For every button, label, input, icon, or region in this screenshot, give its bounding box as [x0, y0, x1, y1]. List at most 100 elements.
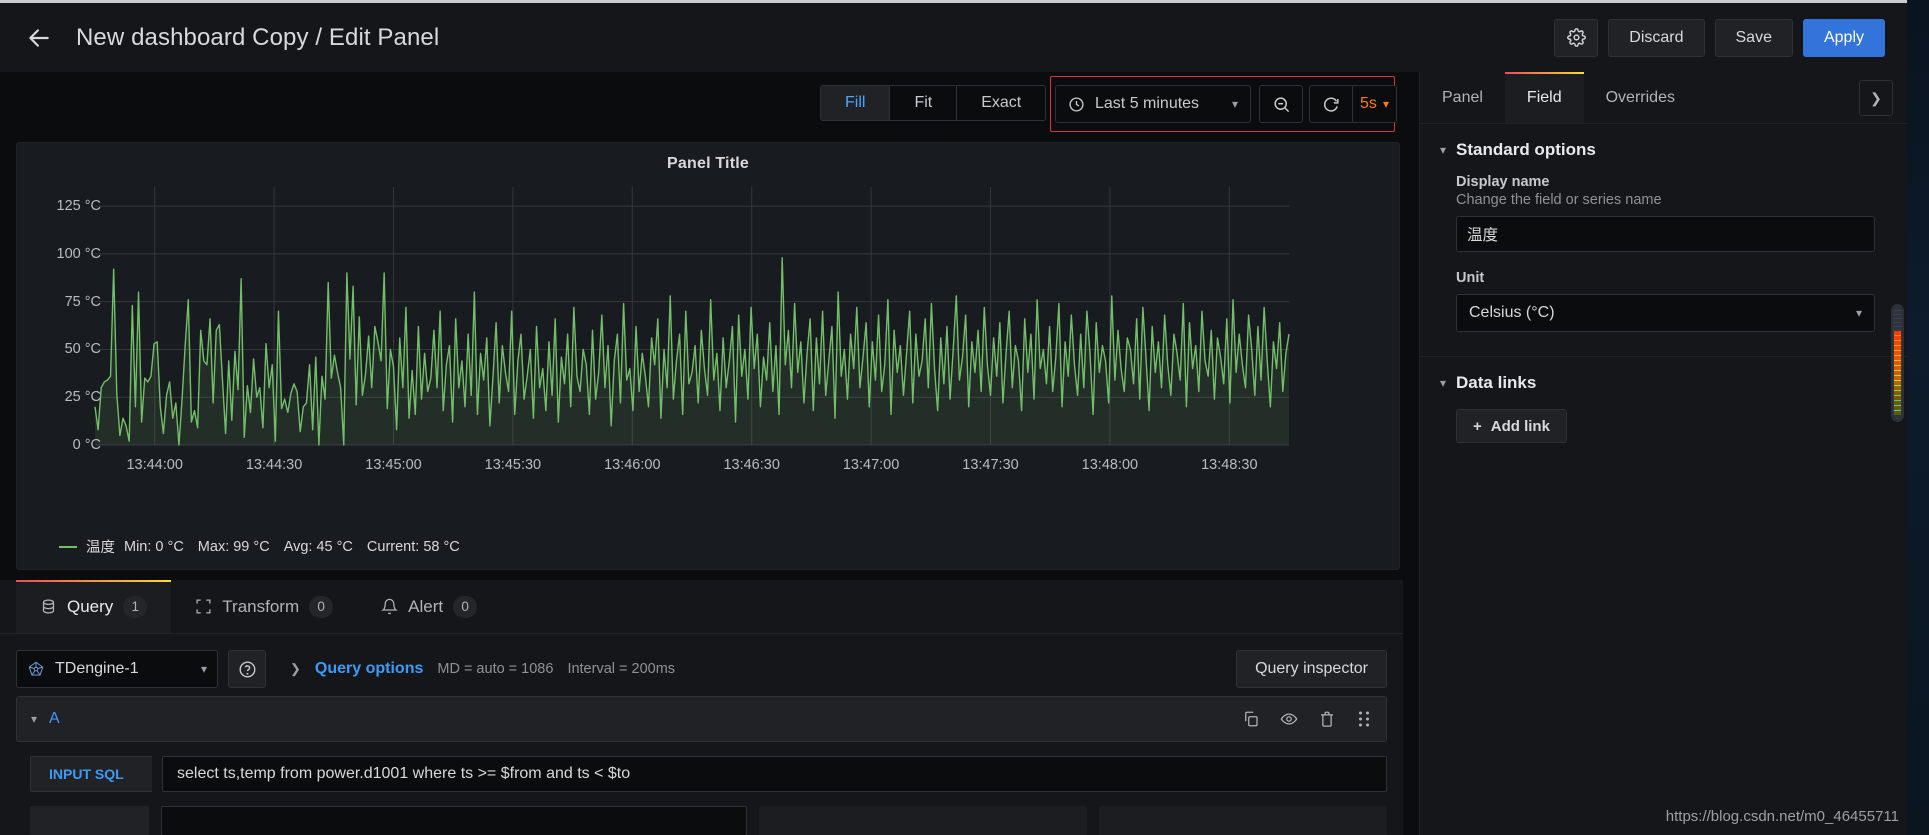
graph-plot-area[interactable]: 0 °C 25 °C 50 °C 75 °C 100 °C 125 °C 13:44:00 1…	[17, 177, 1401, 525]
y-axis-tick-label: 100 °C	[56, 245, 102, 262]
tab-query[interactable]: Query 1	[16, 580, 172, 633]
section-data-links: ▾ Data links + Add link	[1420, 357, 1907, 461]
x-axis-tick-label: 13:44:00	[126, 457, 183, 473]
chevron-down-icon: ▾	[200, 662, 207, 676]
graph-svg	[94, 187, 1290, 446]
database-icon	[40, 598, 57, 615]
query-row-actions	[1242, 710, 1372, 728]
tab-alert[interactable]: Alert 0	[357, 580, 501, 633]
tab-transform[interactable]: Transform 0	[171, 580, 357, 633]
unit-select[interactable]: Celsius (°C) ▾	[1456, 294, 1875, 332]
query-options-toggle[interactable]: Query options	[315, 660, 423, 678]
x-axis-tick-label: 13:46:30	[723, 457, 780, 473]
section-standard-options: ▾ Standard options Display name Change t…	[1420, 124, 1907, 357]
input-sql-row: INPUT SQL select ts,temp from power.d100…	[30, 756, 1387, 792]
x-axis-tick-label: 13:47:00	[842, 457, 900, 473]
field-description: Change the field or series name	[1456, 192, 1662, 208]
datasource-picker[interactable]: TDengine-1 ▾	[16, 650, 218, 688]
chevron-down-icon: ▾	[1231, 97, 1238, 111]
field-label: Display name	[1456, 174, 1550, 190]
max-data-points-label: MD = auto = 1086	[437, 661, 554, 677]
chevron-down-icon[interactable]: ▾	[31, 712, 37, 726]
field-display-name: Display name Change the field or series …	[1420, 170, 1907, 266]
x-axis-tick-label: 13:45:00	[365, 457, 422, 473]
panel-options-pane: Panel Field Overrides ❯ ▾ Standard optio…	[1419, 72, 1907, 835]
query-editor-bottom-row	[30, 806, 1387, 835]
drag-handle-icon[interactable]	[1356, 710, 1372, 728]
panel-title: Panel Title	[667, 155, 749, 172]
time-range-picker[interactable]: Last 5 minutes ▾	[1055, 85, 1251, 123]
tab-query-label: Query	[67, 596, 114, 616]
legend-stat-min: Min: 0 °C	[124, 538, 184, 555]
x-axis-tick-label: 13:45:30	[484, 457, 542, 473]
size-option-exact[interactable]: Exact	[957, 86, 1046, 120]
legend-series-name[interactable]: 温度	[86, 536, 115, 557]
y-axis-tick-label: 75 °C	[64, 293, 101, 310]
size-option-fit[interactable]: Fit	[890, 86, 958, 120]
query-options-bar: ❯ Query options MD = auto = 1086 Interva…	[276, 650, 1237, 688]
chevron-right-icon[interactable]: ❯	[1859, 80, 1893, 116]
zoom-out-icon[interactable]	[1259, 85, 1303, 123]
gear-icon[interactable]	[1554, 18, 1599, 57]
page-right-strip	[1907, 0, 1929, 835]
refresh-interval-label: 5s	[1360, 95, 1377, 112]
query-inspector-button[interactable]: Query inspector	[1236, 650, 1387, 688]
query-editor: Query 1 Transform 0 Alert 0 TDengine-1 ▾…	[0, 580, 1403, 835]
y-axis-tick-label: 25 °C	[64, 389, 101, 406]
display-name-input[interactable]: 温度	[1456, 216, 1875, 252]
clock-icon	[1068, 96, 1085, 113]
bottom-field-extra-1[interactable]	[759, 806, 1087, 835]
time-controls-highlight: Last 5 minutes ▾ 5s ▾	[1050, 76, 1397, 132]
y-axis-tick-label: 0 °C	[72, 437, 101, 453]
query-refid-a[interactable]: A	[49, 710, 60, 728]
apply-button[interactable]: Apply	[1802, 18, 1885, 57]
options-pane-scrollbar[interactable]	[1891, 304, 1904, 422]
save-button[interactable]: Save	[1714, 18, 1793, 57]
bottom-field-input[interactable]	[161, 806, 748, 835]
datasource-name: TDengine-1	[55, 660, 139, 677]
legend-stats: Min: 0 °C Max: 99 °C Avg: 45 °C Current:…	[124, 539, 460, 555]
legend-stat-max: Max: 99 °C	[197, 538, 270, 555]
bottom-field-extra-2[interactable]	[1098, 806, 1387, 835]
input-sql-label: INPUT SQL	[30, 756, 152, 792]
section-title: Data links	[1456, 373, 1537, 392]
trash-icon[interactable]	[1318, 710, 1336, 728]
chevron-down-icon: ▾	[1440, 376, 1447, 390]
eye-icon[interactable]	[1280, 710, 1298, 728]
y-axis-tick-label: 50 °C	[64, 341, 101, 358]
interval-label: Interval = 200ms	[567, 661, 676, 677]
question-circle-icon[interactable]	[228, 650, 266, 688]
time-range-label: Last 5 minutes	[1095, 95, 1200, 112]
copy-icon[interactable]	[1242, 710, 1260, 728]
tab-field[interactable]: Field	[1504, 72, 1584, 123]
input-sql-field[interactable]: select ts,temp from power.d1001 where ts…	[162, 756, 1387, 792]
discard-button[interactable]: Discard	[1608, 18, 1705, 57]
transform-icon	[195, 598, 212, 615]
refresh-interval-picker[interactable]: 5s ▾	[1353, 85, 1397, 123]
refresh-icon[interactable]	[1309, 85, 1353, 123]
section-standard-options-header[interactable]: ▾ Standard options	[1420, 140, 1907, 170]
chevron-right-icon[interactable]: ❯	[290, 661, 301, 677]
legend-stat-avg: Avg: 45 °C	[283, 538, 353, 555]
x-axis-tick-label: 13:48:30	[1201, 457, 1258, 473]
tab-alert-label: Alert	[408, 596, 444, 616]
tab-overrides[interactable]: Overrides	[1584, 72, 1697, 123]
add-link-button[interactable]: + Add link	[1456, 409, 1567, 443]
scrollbar-thumb[interactable]	[1893, 307, 1902, 419]
chevron-down-icon: ▾	[1440, 143, 1447, 157]
panel-size-radio-group: Fill Fit Exact	[820, 85, 1047, 121]
arrow-left-icon[interactable]	[26, 25, 52, 51]
bottom-field-label	[30, 806, 150, 835]
y-axis-tick-label: 125 °C	[56, 198, 102, 215]
section-data-links-header[interactable]: ▾ Data links	[1420, 373, 1907, 403]
add-link-label: Add link	[1490, 417, 1550, 435]
x-axis-tick-label: 13:47:30	[962, 457, 1019, 473]
chevron-down-icon: ▾	[1855, 306, 1862, 320]
options-tabs: Panel Field Overrides ❯	[1420, 72, 1907, 124]
tab-panel[interactable]: Panel	[1420, 72, 1505, 123]
app-header: New dashboard Copy / Edit Panel Discard …	[0, 3, 1907, 72]
page-title: New dashboard Copy / Edit Panel	[76, 23, 440, 51]
x-axis-tick-label: 13:44:30	[245, 457, 303, 473]
size-option-fill[interactable]: Fill	[821, 86, 891, 120]
tab-query-badge: 1	[123, 595, 148, 618]
